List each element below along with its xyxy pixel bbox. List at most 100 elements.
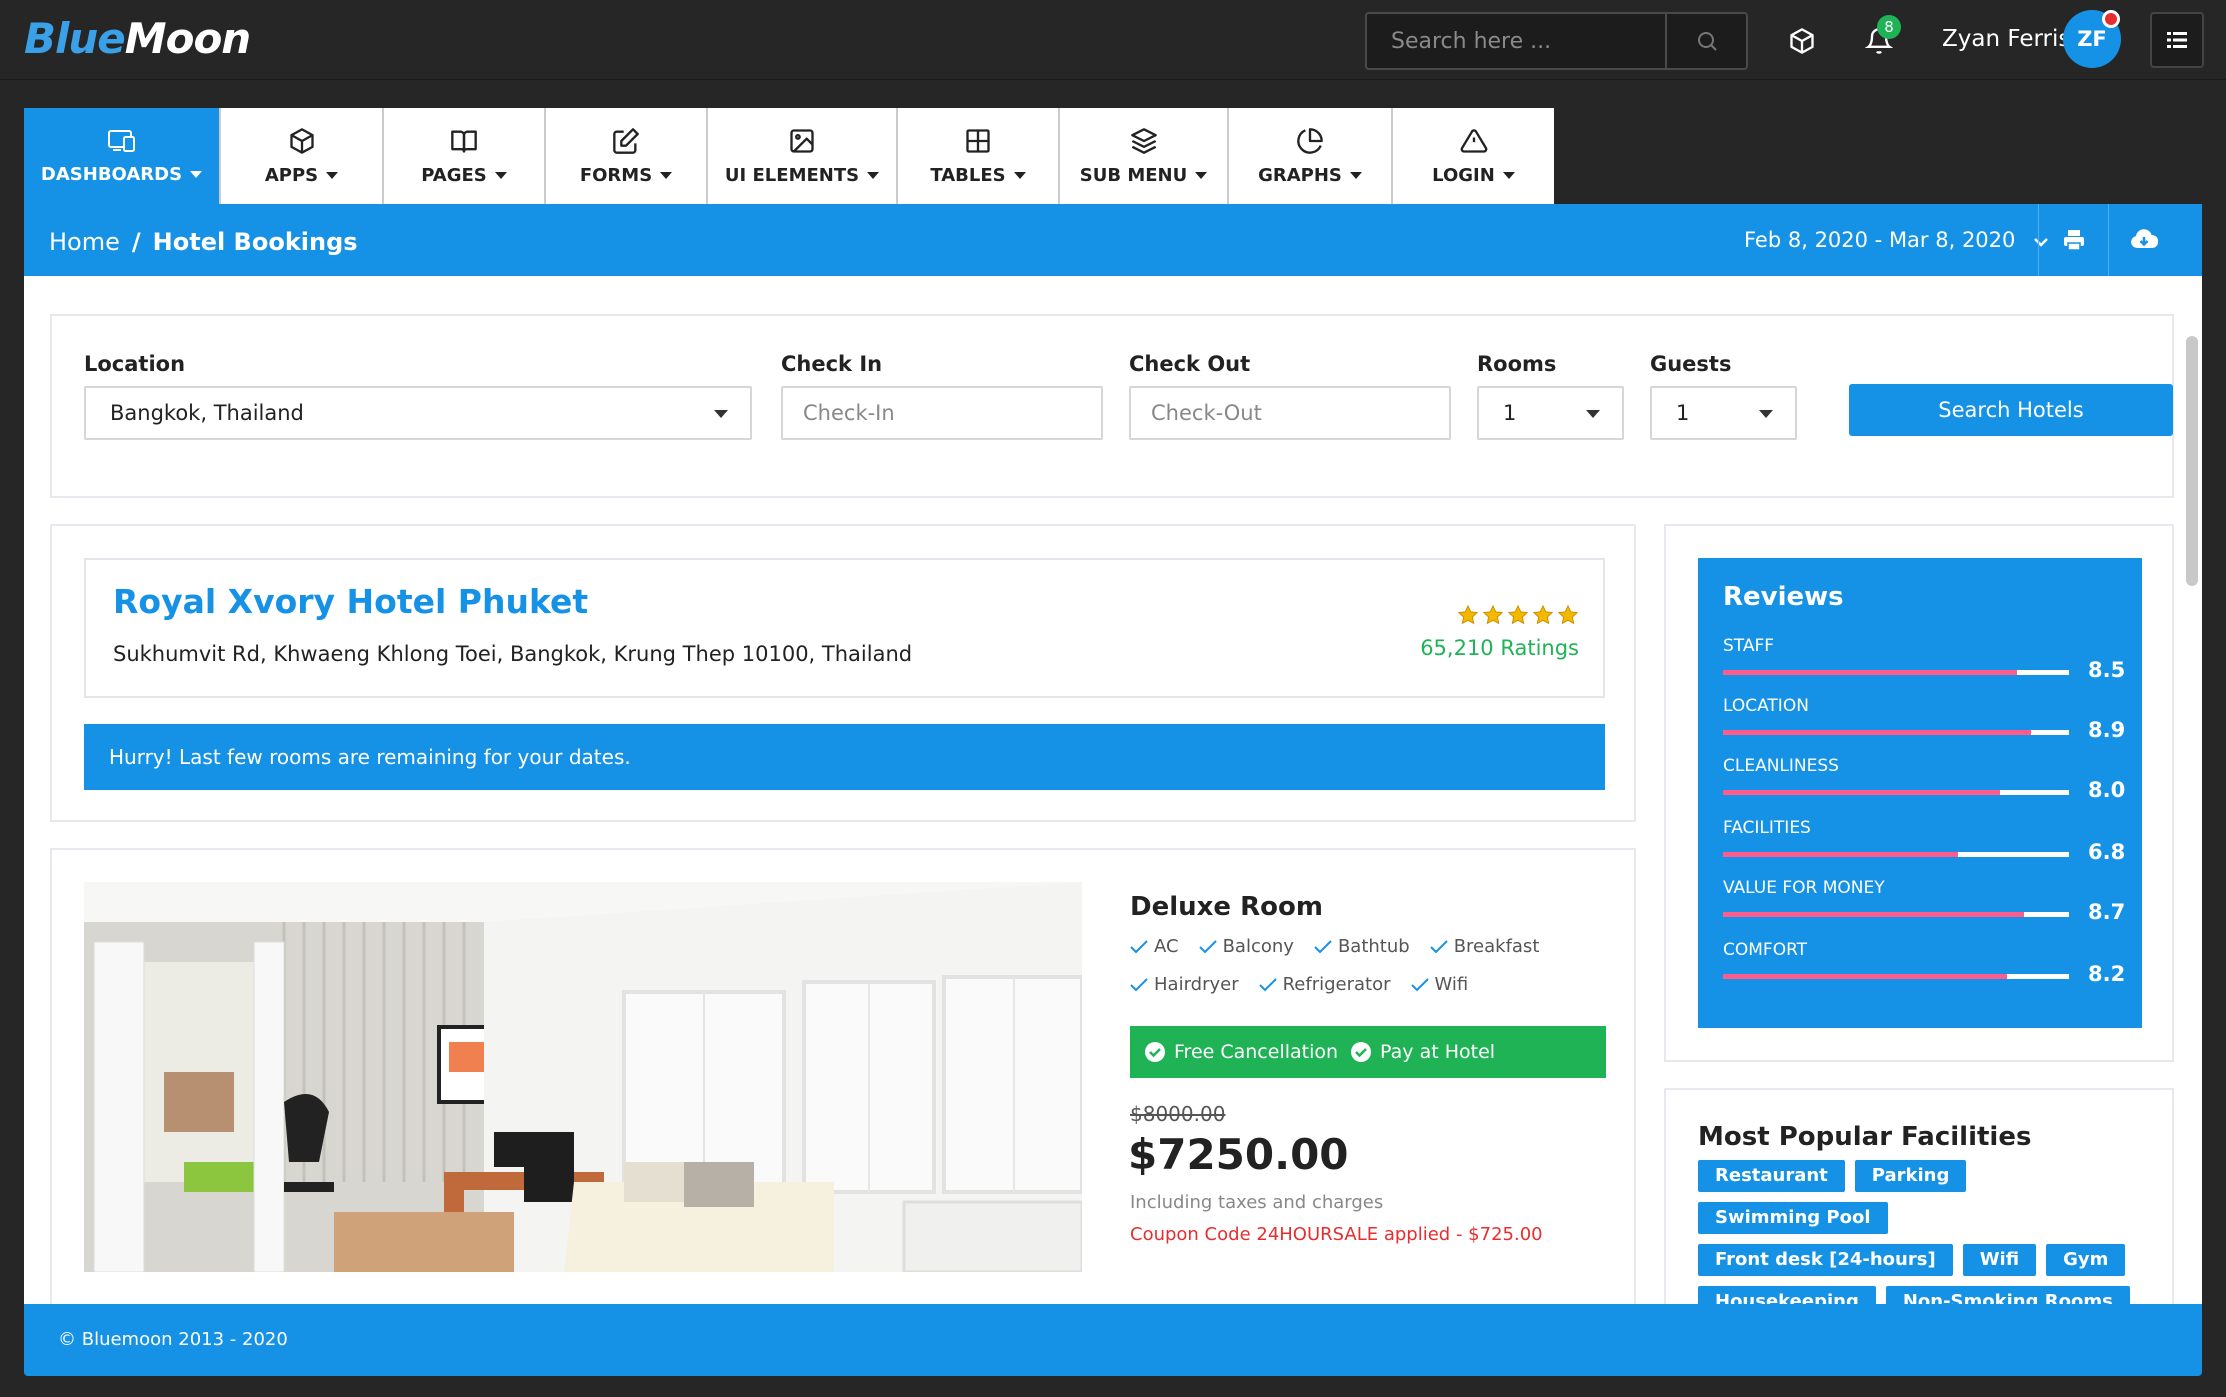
main-nav: DASHBOARDS APPS PAGES FORMS UI ELEMENTS …: [24, 108, 1554, 204]
amenity-item: Bathtub: [1314, 936, 1410, 957]
nav-tab-ui-elements[interactable]: UI ELEMENTS: [708, 108, 898, 204]
facility-tag[interactable]: Gym: [2046, 1244, 2126, 1276]
menu-button[interactable]: [2150, 12, 2204, 68]
location-select[interactable]: Bangkok, Thailand: [84, 386, 752, 440]
check-icon: [1130, 977, 1148, 991]
hotel-info-card: Royal Xvory Hotel Phuket Sukhumvit Rd, K…: [50, 524, 1636, 822]
room-card: Deluxe Room AC Balcony Bathtub Breakfast…: [50, 848, 1636, 1304]
nav-tab-forms[interactable]: FORMS: [546, 108, 708, 204]
facility-tag[interactable]: Parking: [1854, 1160, 1967, 1192]
search-form-card: Location Bangkok, Thailand Check In Chec…: [50, 314, 2174, 498]
edit-icon: [613, 127, 639, 154]
coupon-applied: Coupon Code 24HOURSALE applied - $725.00: [1130, 1224, 1543, 1245]
nav-tab-label: FORMS: [579, 164, 653, 186]
devices-icon: [107, 129, 135, 152]
facility-tag[interactable]: Non-Smoking Rooms: [1885, 1286, 2130, 1304]
review-score: 6.8: [2088, 840, 2126, 864]
check-circle-icon: [1351, 1042, 1372, 1062]
search-button[interactable]: [1665, 14, 1746, 68]
checkin-input[interactable]: Check-In: [781, 386, 1103, 440]
dropdown-caret-icon: [714, 410, 728, 418]
nav-tab-pages[interactable]: PAGES: [384, 108, 546, 204]
star-icon: [1532, 604, 1554, 625]
breadcrumb-bar: Home / Hotel Bookings Feb 8, 2020 - Mar 8,…: [24, 204, 2202, 276]
nav-tab-dashboards[interactable]: DASHBOARDS: [24, 108, 221, 204]
review-bar: [1723, 852, 2069, 857]
date-range-picker[interactable]: Feb 8, 2020 - Mar 8, 2020: [1744, 228, 2048, 252]
breadcrumb: Home / Hotel Bookings: [49, 228, 358, 256]
check-icon: [1429, 939, 1448, 953]
amenity-item: Wifi: [1410, 974, 1469, 995]
amenities-row: Hairdryer Refrigerator Wifi: [1130, 974, 1468, 995]
review-label: STAFF: [1723, 636, 1775, 656]
nav-tab-label: TABLES: [930, 164, 1006, 186]
check-icon: [1258, 977, 1277, 991]
nav-tab-apps[interactable]: APPS: [221, 108, 384, 204]
nav-tab-label: APPS: [264, 164, 319, 186]
scrollbar-thumb[interactable]: [2186, 336, 2198, 586]
reviews-card: Reviews STAFF 8.5 LOCATION 8.9 CLEANLINE…: [1664, 524, 2174, 1062]
main-content: Location Bangkok, Thailand Check In Chec…: [24, 276, 2202, 1304]
facility-tag[interactable]: Housekeeping: [1698, 1286, 1876, 1304]
pay-at-hotel-label: Pay at Hotel: [1380, 1041, 1496, 1063]
rooms-select[interactable]: 1: [1477, 386, 1624, 440]
review-score: 8.9: [2088, 718, 2126, 742]
grid-icon: [966, 128, 990, 153]
guests-select[interactable]: 1: [1650, 386, 1797, 440]
download-button[interactable]: [2108, 204, 2178, 276]
facility-tag[interactable]: Wifi: [1962, 1244, 2037, 1276]
check-icon: [1198, 939, 1217, 953]
reviews-title: Reviews: [1723, 582, 1844, 612]
guests-value: 1: [1676, 401, 1690, 425]
nav-tab-label: GRAPHS: [1258, 164, 1342, 186]
star-icon: [1482, 604, 1504, 625]
facility-tag[interactable]: Front desk [24-hours]: [1698, 1244, 1953, 1276]
checkout-label: Check Out: [1129, 352, 1251, 376]
logo[interactable]: BlueMoon: [24, 14, 251, 63]
original-price: $8000.00: [1130, 1102, 1226, 1126]
ratings-count: 65,210 Ratings: [1420, 636, 1579, 660]
room-photo[interactable]: [84, 882, 1082, 1272]
nav-tab-tables[interactable]: TABLES: [898, 108, 1060, 204]
search-input[interactable]: [1367, 14, 1665, 68]
breadcrumb-home[interactable]: Home: [49, 228, 120, 256]
print-button[interactable]: [2038, 204, 2108, 276]
taxes-note: Including taxes and charges: [1130, 1192, 1384, 1213]
facility-tag[interactable]: Swimming Pool: [1698, 1202, 1888, 1234]
amenity-label: Refrigerator: [1282, 974, 1391, 995]
search-icon: [1697, 32, 1717, 51]
checkout-input[interactable]: Check-Out: [1129, 386, 1451, 440]
review-bar: [1723, 912, 2069, 917]
amenity-label: Wifi: [1434, 974, 1469, 995]
amenity-item: AC: [1130, 936, 1179, 957]
breadcrumb-separator: /: [131, 228, 141, 256]
image-icon: [790, 128, 814, 153]
facility-tag[interactable]: Restaurant: [1698, 1160, 1845, 1192]
box-icon: [289, 127, 314, 154]
guests-label: Guests: [1650, 352, 1732, 376]
check-circle-icon: [1145, 1042, 1165, 1062]
checkin-label: Check In: [781, 352, 883, 376]
box-icon[interactable]: [1785, 24, 1819, 58]
review-label: CLEANLINESS: [1723, 756, 1839, 776]
amenity-label: Balcony: [1222, 936, 1294, 957]
nav-tab-login[interactable]: LOGIN: [1393, 108, 1554, 204]
nav-tab-graphs[interactable]: GRAPHS: [1229, 108, 1393, 204]
nav-tab-label: LOGIN: [1432, 164, 1495, 186]
search-hotels-button[interactable]: Search Hotels: [1849, 384, 2173, 436]
hotel-name[interactable]: Royal Xvory Hotel Phuket: [113, 582, 588, 621]
user-name[interactable]: Zyan Ferris: [1942, 26, 2070, 52]
hotel-header: Royal Xvory Hotel Phuket Sukhumvit Rd, K…: [84, 558, 1605, 698]
star-icon: [1457, 604, 1479, 625]
star-icon: [1507, 604, 1529, 625]
nav-tab-label: SUB MENU: [1079, 164, 1188, 186]
top-bar: BlueMoon 8 Zyan Ferris ZF: [0, 0, 2226, 80]
room-title: Deluxe Room: [1130, 892, 1323, 922]
nav-tab-sub-menu[interactable]: SUB MENU: [1060, 108, 1229, 204]
amenity-label: Bathtub: [1337, 936, 1410, 957]
review-bar: [1723, 974, 2069, 979]
status-dot: [2102, 10, 2120, 28]
check-icon: [1314, 939, 1332, 953]
cloud-download-icon: [2130, 229, 2158, 248]
review-label: FACILITIES: [1723, 818, 1811, 838]
